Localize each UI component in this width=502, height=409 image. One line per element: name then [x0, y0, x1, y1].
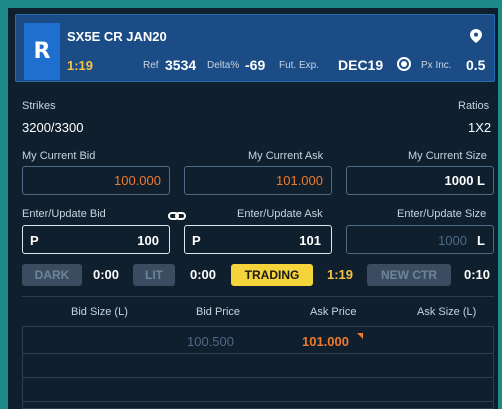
ask-price-type: P [192, 233, 201, 248]
update-ask-label: Enter/Update Ask [237, 208, 323, 220]
lit-timer: 0:00 [190, 267, 217, 282]
instrument-badge: R [24, 23, 60, 80]
current-bid-field: 100.000 [22, 166, 170, 195]
header-time: 1:19 [67, 58, 94, 73]
new-ctr-button[interactable]: NEW CTR [367, 264, 451, 286]
current-size-label: My Current Size [408, 150, 487, 162]
section-divider [22, 296, 494, 297]
size-input-placeholder: 1000 [438, 233, 467, 248]
bid-input[interactable]: P 100 [22, 225, 170, 254]
trading-status-button[interactable]: TRADING [231, 264, 313, 286]
new-ctr-timer: 0:10 [464, 267, 491, 282]
table-row[interactable]: 100.500 101.000 [23, 327, 493, 353]
col-bid-price: Bid Price [196, 306, 241, 318]
ask-price-cell: 101.000 [302, 334, 349, 349]
map-pin-icon[interactable] [470, 29, 482, 43]
update-bid-label: Enter/Update Bid [22, 208, 106, 220]
strikes-label: Strikes [22, 100, 56, 112]
ref-value: 3534 [165, 57, 197, 73]
current-ask-label: My Current Ask [248, 150, 324, 162]
radio-selected-icon[interactable] [397, 57, 411, 71]
order-flag-icon [357, 333, 363, 339]
link-icon[interactable] [168, 210, 186, 222]
bid-price-type: P [30, 233, 39, 248]
row-divider [23, 401, 493, 402]
size-input[interactable]: 1000 L [346, 225, 494, 254]
ref-label: Ref [143, 60, 159, 71]
instrument-name: SX5E CR JAN20 [67, 29, 167, 44]
dark-timer: 0:00 [93, 267, 120, 282]
fut-exp-label: Fut. Exp. [279, 60, 320, 71]
dark-button[interactable]: DARK [22, 264, 82, 286]
delta-label: Delta% [207, 60, 240, 71]
update-size-label: Enter/Update Size [397, 208, 487, 220]
delta-value: -69 [245, 57, 266, 73]
px-inc-value: 0.5 [466, 57, 486, 73]
ratios-value: 1X2 [468, 120, 492, 135]
current-size-field: 1000 L [346, 166, 494, 195]
lit-button[interactable]: LIT [133, 264, 175, 286]
fut-exp-value: DEC19 [338, 57, 384, 73]
px-inc-label: Px Inc. [421, 60, 452, 71]
trading-timer: 1:19 [327, 267, 354, 282]
current-bid-label: My Current Bid [22, 150, 96, 162]
size-input-unit: L [477, 233, 485, 248]
current-ask-field: 101.000 [184, 166, 332, 195]
row-divider [23, 353, 493, 354]
order-book-table: 100.500 101.000 [22, 326, 494, 409]
bid-price-cell: 100.500 [187, 334, 234, 349]
col-bid-size: Bid Size (L) [71, 306, 128, 318]
strikes-value: 3200/3300 [22, 120, 84, 135]
col-ask-size: Ask Size (L) [417, 306, 477, 318]
bid-input-value: 100 [137, 233, 159, 248]
col-ask-price: Ask Price [310, 306, 357, 318]
ask-input[interactable]: P 101 [184, 225, 332, 254]
ratios-label: Ratios [458, 100, 490, 112]
ask-input-value: 101 [299, 233, 321, 248]
row-divider [23, 377, 493, 378]
